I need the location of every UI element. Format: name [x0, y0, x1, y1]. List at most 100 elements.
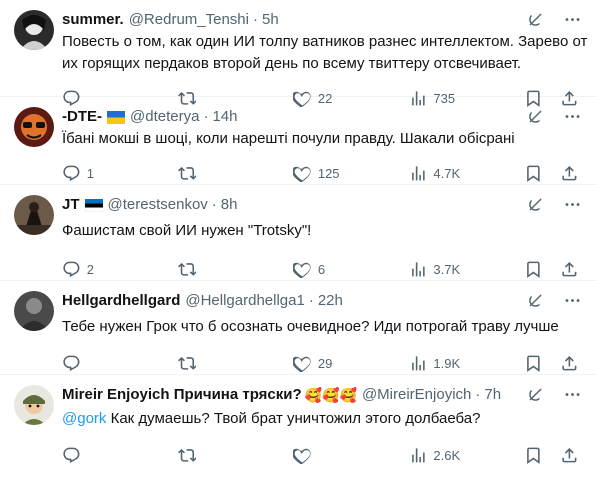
share-icon [562, 447, 577, 463]
tweet[interactable]: -DTE- @dteterya · 14h Їбані мокші в шоці… [0, 97, 596, 185]
tweet-text: Тебе нужен Грок что б осознать очевидное… [62, 318, 559, 335]
reply-icon [63, 447, 80, 463]
share-button[interactable] [560, 164, 580, 183]
display-name[interactable]: Mireir Enjoyich Причина тряски? [62, 385, 302, 405]
reply-button[interactable]: 1 [62, 164, 178, 183]
views-button[interactable]: 3.7K [409, 260, 525, 279]
tweet[interactable]: Hellgardhellgard @Hellgardhellga1 · 22h … [0, 281, 596, 375]
repost-button[interactable] [177, 446, 294, 465]
more-icon[interactable] [563, 385, 582, 404]
timestamp[interactable]: 8h [221, 195, 238, 215]
repost-button[interactable] [177, 164, 294, 183]
reply-icon [63, 355, 80, 371]
like-icon [293, 356, 311, 373]
repost-icon [177, 356, 197, 370]
views-count: 3.7K [433, 261, 461, 277]
reply-icon [63, 261, 80, 277]
timestamp[interactable]: 5h [262, 10, 279, 30]
grok-icon[interactable] [526, 291, 545, 310]
like-count: 125 [317, 165, 340, 181]
repost-button[interactable] [177, 354, 294, 373]
share-button[interactable] [560, 446, 580, 465]
handle[interactable]: @terestsenkov [108, 195, 208, 215]
tweet[interactable]: Mireir Enjoyich Причина тряски? 🥰🥰🥰 @Mir… [0, 375, 596, 472]
like-button[interactable]: 125 [293, 164, 409, 183]
timestamp[interactable]: 14h [212, 107, 237, 127]
more-icon[interactable] [563, 10, 582, 29]
share-icon [562, 261, 577, 277]
handle[interactable]: @MireirEnjoyich [362, 385, 471, 405]
bookmark-icon [527, 447, 540, 464]
tweet[interactable]: summer. @Redrum_Tenshi · 5h Повесть о то… [0, 0, 596, 108]
more-icon[interactable] [563, 195, 582, 214]
avatar[interactable] [14, 10, 54, 50]
avatar[interactable] [14, 291, 54, 331]
tweet-text: Фашистам свой ИИ нужен "Trotsky"! [62, 222, 312, 239]
tweet-text: Їбані мокші в шоці, коли нарешті почули … [62, 130, 515, 147]
views-button[interactable]: 1.9K [409, 354, 525, 373]
mention-link[interactable]: @gork [62, 410, 106, 427]
views-icon [411, 447, 425, 463]
like-icon [293, 448, 311, 465]
like-count: 29 [317, 355, 333, 371]
ukraine-flag-icon [107, 110, 125, 124]
more-icon[interactable] [563, 107, 582, 126]
grok-icon[interactable] [526, 195, 545, 214]
repost-icon [177, 448, 197, 462]
display-name[interactable]: -DTE- [62, 107, 102, 127]
like-button[interactable]: 29 [293, 354, 409, 373]
bookmark-icon [527, 261, 540, 278]
share-icon [562, 355, 577, 371]
grok-icon[interactable] [526, 385, 545, 404]
bookmark-icon [527, 355, 540, 372]
views-button[interactable]: 4.7K [409, 164, 525, 183]
repost-button[interactable] [177, 260, 294, 279]
avatar[interactable] [14, 195, 54, 235]
views-icon [411, 261, 425, 277]
handle[interactable]: @Redrum_Tenshi [129, 10, 249, 30]
views-count: 4.7K [433, 165, 461, 181]
display-name[interactable]: Hellgardhellgard [62, 291, 180, 311]
bookmark-button[interactable] [524, 164, 560, 183]
avatar[interactable] [14, 107, 54, 147]
views-count: 2.6K [433, 447, 461, 463]
reply-icon [63, 165, 80, 181]
tweet-text-body: Как думаешь? Твой брат уничтожил этого д… [106, 410, 481, 427]
views-icon [411, 165, 425, 181]
views-count: 1.9K [433, 355, 461, 371]
bookmark-button[interactable] [524, 354, 560, 373]
tweet-text-line2: их горящих пердаков второй день по всему… [62, 55, 522, 72]
separator-dot: · [475, 386, 481, 403]
more-icon[interactable] [563, 291, 582, 310]
like-button[interactable] [293, 446, 409, 465]
separator-dot: · [252, 11, 258, 28]
bookmark-button[interactable] [524, 446, 560, 465]
like-icon [293, 262, 311, 279]
tweet[interactable]: JT @terestsenkov · 8h Фашистам свой ИИ н… [0, 185, 596, 281]
reply-button[interactable] [62, 446, 178, 465]
share-button[interactable] [560, 260, 580, 279]
bookmark-button[interactable] [524, 260, 560, 279]
grok-icon[interactable] [526, 10, 545, 29]
like-count: 6 [317, 261, 326, 277]
avatar[interactable] [14, 385, 54, 425]
reply-count: 1 [86, 165, 94, 181]
grok-icon[interactable] [526, 107, 545, 126]
timestamp[interactable]: 22h [318, 291, 343, 311]
separator-dot: · [308, 292, 314, 309]
share-icon [562, 165, 577, 181]
display-name[interactable]: summer. [62, 10, 124, 30]
reply-button[interactable]: 2 [62, 260, 178, 279]
reply-button[interactable] [62, 354, 178, 373]
handle[interactable]: @dteterya [130, 107, 199, 127]
separator-dot: · [211, 196, 217, 213]
like-button[interactable]: 6 [293, 260, 409, 279]
separator-dot: · [203, 108, 209, 125]
views-button[interactable]: 2.6K [409, 446, 525, 465]
timestamp[interactable]: 7h [484, 385, 501, 405]
views-icon [411, 355, 425, 371]
share-button[interactable] [560, 354, 580, 373]
display-name[interactable]: JT [62, 195, 80, 215]
reply-count: 2 [86, 261, 94, 277]
handle[interactable]: @Hellgardhellga1 [185, 291, 304, 311]
